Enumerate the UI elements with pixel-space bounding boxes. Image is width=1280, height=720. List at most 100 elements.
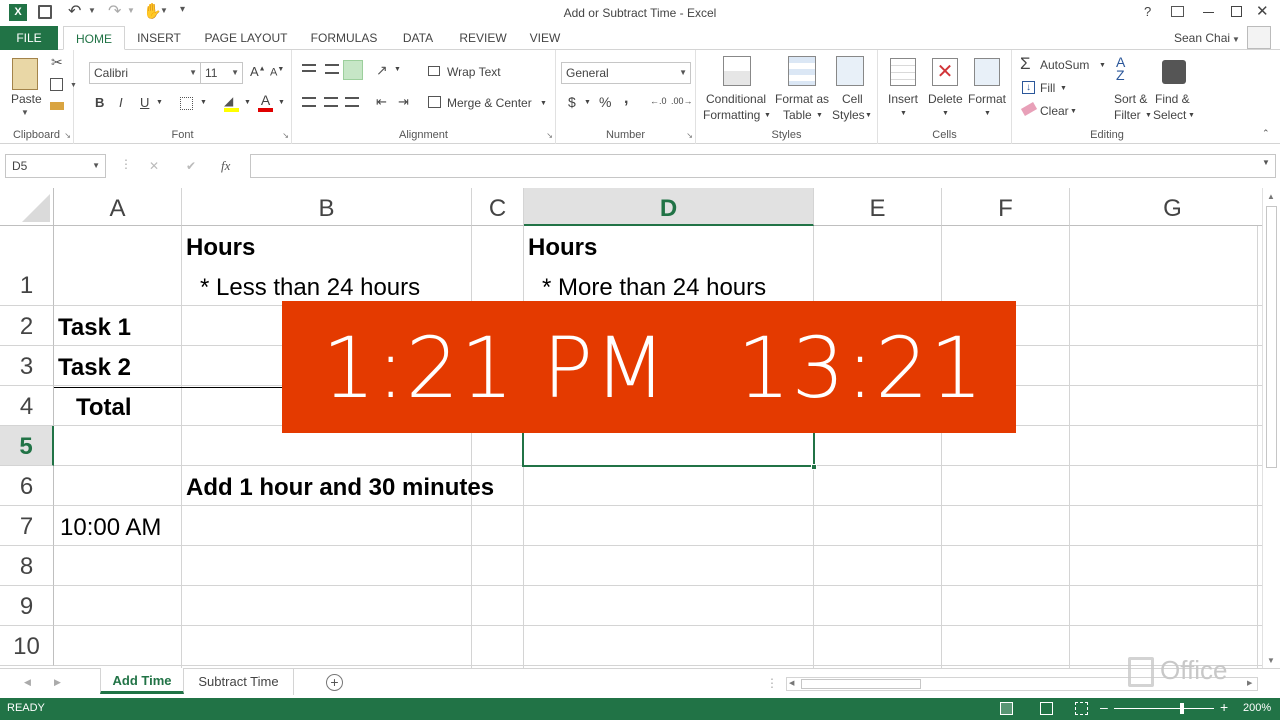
cut-icon[interactable]: ✂	[51, 54, 63, 71]
scroll-left-icon[interactable]: ◀	[789, 679, 794, 687]
clear-button[interactable]: Clear	[1040, 104, 1069, 118]
restore-icon[interactable]	[1231, 6, 1242, 17]
collapse-ribbon-icon[interactable]: ⌃	[1262, 128, 1270, 139]
cell-styles-dropdown-icon[interactable]: ▼	[865, 112, 872, 119]
tab-file[interactable]: FILE	[0, 26, 58, 50]
copy-icon[interactable]	[50, 78, 63, 91]
autosum-icon[interactable]: Σ	[1020, 54, 1031, 74]
avatar[interactable]	[1247, 26, 1271, 49]
insert-button[interactable]: Insert	[888, 92, 918, 106]
tab-page-layout[interactable]: PAGE LAYOUT	[200, 26, 292, 50]
tab-insert[interactable]: INSERT	[134, 26, 184, 50]
horizontal-scroll-thumb[interactable]	[801, 679, 921, 689]
row-header-10[interactable]: 10	[0, 626, 54, 666]
sheet-scroll-left-icon[interactable]: ◀	[24, 677, 31, 688]
help-icon[interactable]: ?	[1144, 4, 1151, 19]
ribbon-display-icon[interactable]	[1171, 6, 1184, 17]
column-header-a[interactable]: A	[54, 188, 182, 226]
font-color-icon[interactable]: A	[258, 93, 273, 112]
format-button[interactable]: Format	[968, 92, 1006, 106]
align-left-icon[interactable]	[302, 97, 316, 107]
tab-review[interactable]: REVIEW	[455, 26, 511, 50]
zoom-slider-thumb[interactable]	[1180, 703, 1184, 714]
column-header-c[interactable]: C	[472, 188, 524, 226]
eraser-icon[interactable]	[1020, 102, 1038, 116]
format-as-table-icon[interactable]	[788, 56, 816, 86]
row-header-3[interactable]: 3	[0, 346, 54, 386]
sort-dropdown-icon[interactable]: ▼	[1145, 112, 1152, 119]
row-header-5[interactable]: 5	[0, 426, 54, 466]
format-table-dropdown-icon[interactable]: ▼	[816, 112, 823, 119]
decrease-indent-icon[interactable]: ⇤	[376, 94, 387, 110]
expand-formula-icon[interactable]: ▼	[1262, 158, 1270, 167]
formula-bar-resize-icon[interactable]: ⋮	[120, 157, 132, 171]
sheet-tab-add-time[interactable]: Add Time	[100, 668, 184, 694]
enter-icon[interactable]: ✔	[186, 159, 196, 173]
sheet-scroll-right-icon[interactable]: ▶	[54, 677, 61, 688]
sort-filter-label-1[interactable]: Sort &	[1114, 92, 1147, 106]
tab-view[interactable]: VIEW	[524, 26, 566, 50]
fill-color-dropdown-icon[interactable]: ▼	[244, 99, 251, 106]
increase-decimal-icon[interactable]: ←.0	[650, 96, 667, 106]
tab-data[interactable]: DATA	[396, 26, 440, 50]
conditional-formatting-label-1[interactable]: Conditional	[706, 92, 766, 106]
paste-icon[interactable]	[12, 58, 38, 90]
conditional-formatting-label-2[interactable]: Formatting	[703, 108, 760, 122]
orientation-icon[interactable]: ↗	[376, 62, 388, 79]
row-header-8[interactable]: 8	[0, 546, 54, 586]
orientation-dropdown-icon[interactable]: ▼	[394, 66, 401, 73]
insert-function-icon[interactable]: fx	[221, 158, 230, 174]
autosum-dropdown-icon[interactable]: ▼	[1099, 62, 1106, 69]
clipboard-launcher-icon[interactable]: ↘	[64, 131, 71, 140]
format-dropdown-icon[interactable]: ▼	[984, 110, 991, 117]
middle-align-icon[interactable]	[325, 64, 339, 74]
format-as-table-label-1[interactable]: Format as	[775, 92, 829, 106]
vertical-scroll-thumb[interactable]	[1266, 206, 1277, 468]
cancel-icon[interactable]: ✕	[149, 159, 159, 173]
merge-center-button[interactable]: Merge & Center	[447, 96, 532, 110]
scroll-right-icon[interactable]: ▶	[1247, 679, 1252, 687]
zoom-level[interactable]: 200%	[1243, 702, 1271, 714]
borders-icon[interactable]	[180, 97, 193, 110]
increase-font-icon[interactable]: A▲	[250, 64, 266, 79]
percent-button[interactable]: %	[599, 94, 611, 110]
column-header-f[interactable]: F	[942, 188, 1070, 226]
zoom-in-icon[interactable]: +	[1220, 699, 1228, 715]
fill-icon[interactable]: ↓	[1022, 81, 1035, 94]
align-center-icon[interactable]	[324, 97, 338, 107]
paste-button[interactable]: Paste	[11, 92, 42, 106]
wrap-text-icon[interactable]	[428, 66, 440, 76]
paste-dropdown-icon[interactable]: ▼	[21, 108, 29, 117]
row-header-4[interactable]: 4	[0, 386, 54, 426]
row-header-6[interactable]: 6	[0, 466, 54, 506]
number-format-select[interactable]: General ▼	[561, 62, 691, 84]
borders-dropdown-icon[interactable]: ▼	[200, 99, 207, 106]
user-name[interactable]: Sean Chai	[1174, 31, 1230, 45]
tab-split-icon[interactable]: ⋮	[766, 676, 778, 690]
insert-cells-icon[interactable]	[890, 58, 916, 86]
align-right-icon[interactable]	[345, 97, 359, 107]
currency-dropdown-icon[interactable]: ▼	[584, 99, 591, 106]
find-select-label-1[interactable]: Find &	[1155, 92, 1190, 106]
page-layout-view-icon[interactable]	[1040, 702, 1053, 715]
underline-dropdown-icon[interactable]: ▼	[156, 99, 163, 106]
scroll-down-icon[interactable]: ▼	[1267, 656, 1275, 665]
page-break-view-icon[interactable]	[1075, 702, 1088, 715]
column-header-e[interactable]: E	[814, 188, 942, 226]
zoom-out-icon[interactable]: –	[1100, 699, 1108, 715]
column-header-d[interactable]: D	[524, 188, 814, 226]
sheet-tab-subtract-time[interactable]: Subtract Time	[184, 669, 294, 695]
cell-styles-icon[interactable]	[836, 56, 864, 86]
font-family-select[interactable]: Calibri ▼	[89, 62, 201, 84]
wrap-text-button[interactable]: Wrap Text	[447, 65, 501, 79]
font-launcher-icon[interactable]: ↘	[282, 131, 289, 140]
delete-dropdown-icon[interactable]: ▼	[942, 110, 949, 117]
number-launcher-icon[interactable]: ↘	[686, 131, 693, 140]
bold-button[interactable]: B	[95, 95, 104, 110]
column-header-b[interactable]: B	[182, 188, 472, 226]
normal-view-icon[interactable]	[1000, 702, 1013, 715]
name-box[interactable]: D5 ▼	[5, 154, 106, 178]
row-header-1[interactable]: 1	[0, 226, 54, 306]
format-cells-icon[interactable]	[974, 58, 1000, 86]
merge-dropdown-icon[interactable]: ▼	[540, 100, 547, 107]
